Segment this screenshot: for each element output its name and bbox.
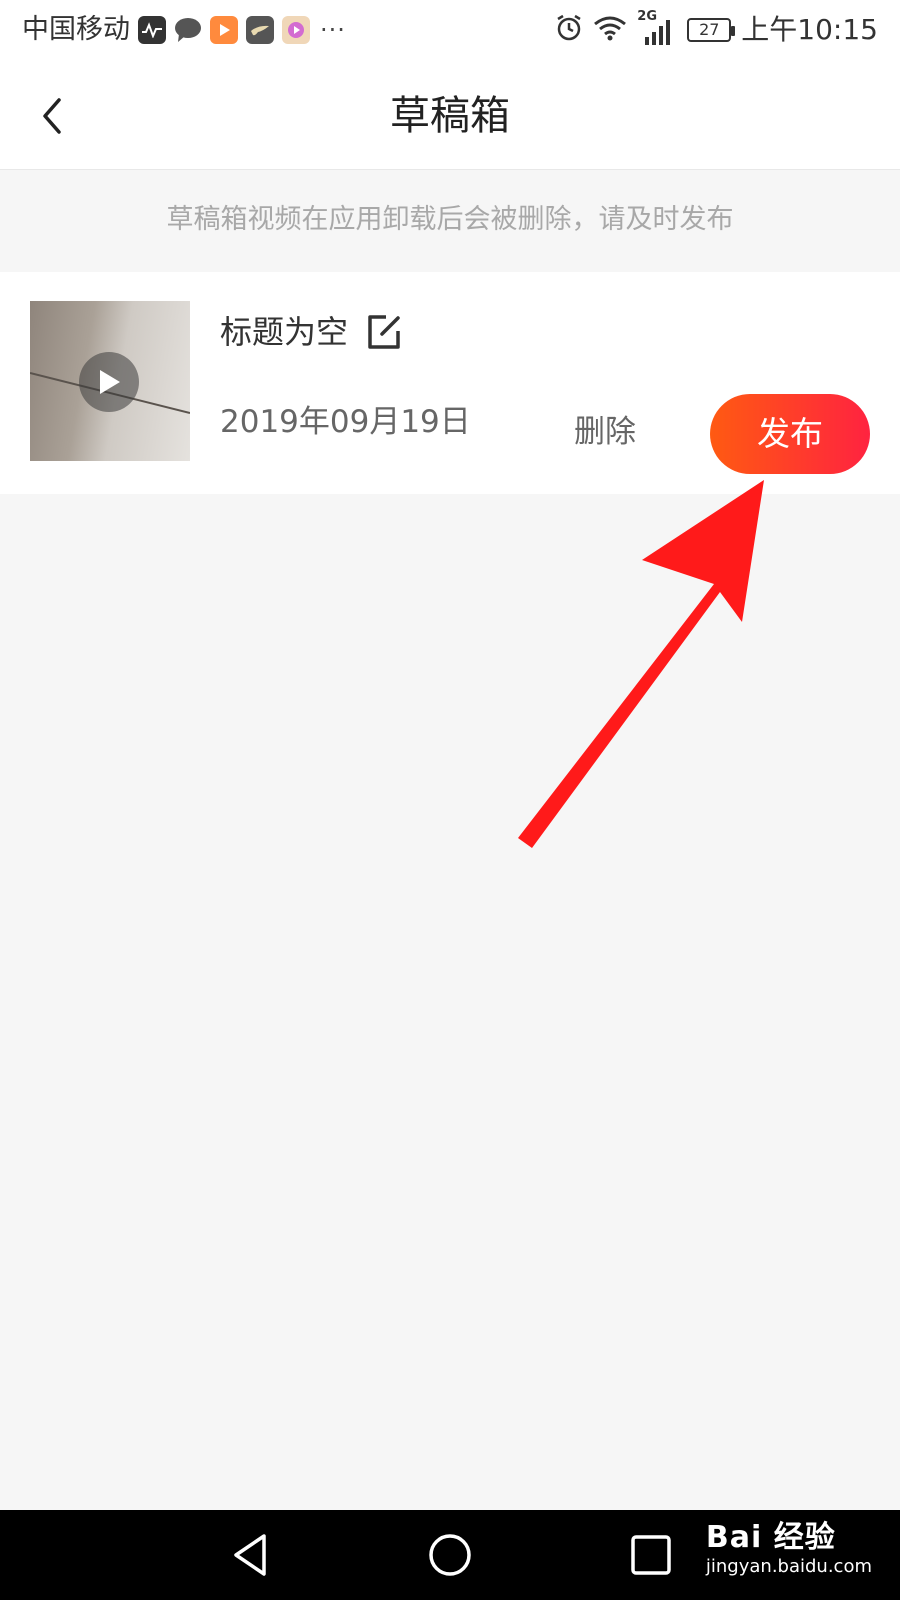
signal-icon: 2G: [637, 9, 677, 47]
status-bar: 中国移动 ··· 2G 27 上午10:15: [0, 0, 900, 62]
battery-icon: 27: [687, 18, 736, 42]
clock: 上午10:15: [741, 13, 878, 46]
watermark-url: jingyan.baidu.com: [705, 1556, 872, 1577]
player-app-icon: [282, 16, 310, 44]
nav-bar: 草稿箱: [0, 62, 900, 170]
draft-date: 2019年09月19日: [220, 404, 471, 440]
draft-title: 标题为空: [220, 313, 349, 351]
alarm-icon: [555, 14, 583, 46]
play-button[interactable]: [79, 352, 139, 412]
draft-title-row: 标题为空: [220, 310, 404, 354]
edit-icon[interactable]: [364, 312, 404, 352]
message-icon: [174, 16, 202, 44]
status-left: 中国移动 ···: [22, 12, 346, 48]
nav-recents-icon[interactable]: [628, 1532, 674, 1578]
delete-button[interactable]: 删除: [574, 410, 636, 454]
baidu-jingyan-watermark: Bai 经验 jingyan.baidu.com: [706, 1520, 872, 1578]
page-title: 草稿箱: [390, 93, 510, 139]
draft-list-item: 标题为空 2019年09月19日 删除 发布: [0, 272, 900, 494]
wifi-icon: [593, 14, 627, 46]
nav-home-icon[interactable]: [427, 1532, 473, 1578]
nav-back-icon[interactable]: [228, 1532, 274, 1578]
publish-button[interactable]: 发布: [710, 394, 870, 474]
video-app-icon: [210, 16, 238, 44]
system-nav-bar: Bai 经验 jingyan.baidu.com: [0, 1510, 900, 1600]
video-thumbnail[interactable]: [30, 301, 190, 461]
bird-app-icon: [246, 16, 274, 44]
activity-icon: [138, 16, 166, 44]
status-right: 2G 27 上午10:15: [555, 9, 878, 48]
watermark-brand: Bai 经验: [705, 1520, 836, 1555]
carrier-label: 中国移动: [22, 14, 130, 45]
more-notifications-icon: ···: [320, 16, 346, 44]
draft-warning-tip: 草稿箱视频在应用卸载后会被删除，请及时发布: [166, 204, 734, 235]
battery-level: 27: [699, 20, 720, 39]
play-icon: [100, 370, 120, 394]
